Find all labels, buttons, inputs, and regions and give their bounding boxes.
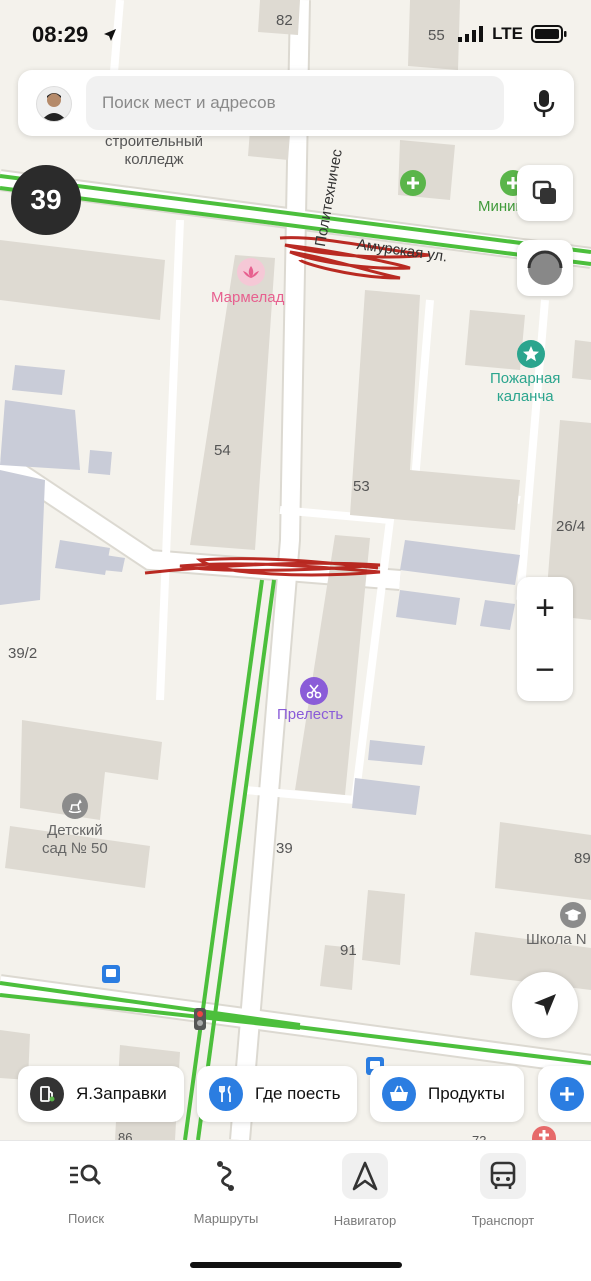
microphone-icon bbox=[533, 90, 555, 117]
microphone-button[interactable] bbox=[532, 88, 556, 123]
map-canvas[interactable] bbox=[0, 0, 591, 1140]
navigator-icon bbox=[342, 1153, 388, 1199]
graduation-cap-icon bbox=[565, 909, 581, 921]
chip-groceries[interactable]: Продукты bbox=[370, 1066, 524, 1122]
navigation-arrow-icon bbox=[534, 994, 556, 1016]
search-input[interactable]: Поиск мест и адресов bbox=[86, 76, 504, 130]
lotus-icon bbox=[243, 266, 259, 278]
tab-navigator[interactable]: Навигатор bbox=[310, 1153, 420, 1233]
star-icon bbox=[523, 346, 539, 362]
building-number: 26/4 bbox=[556, 518, 586, 535]
scissors-icon bbox=[306, 684, 322, 699]
poi-marker-prelest[interactable] bbox=[300, 677, 328, 705]
tab-routes[interactable]: Маршруты bbox=[171, 1153, 281, 1233]
status-bar: 08:29 LTE bbox=[0, 0, 591, 68]
chip-label: Я.Заправки bbox=[76, 1084, 167, 1103]
tab-label: Поиск bbox=[67, 1211, 105, 1226]
poi-marker-fire-tower[interactable] bbox=[517, 340, 545, 368]
poi-label-marmelad[interactable]: Мармелад bbox=[211, 289, 284, 307]
search-placeholder: Поиск мест и адресов bbox=[102, 93, 276, 112]
route-number-badge[interactable]: 39 bbox=[11, 165, 81, 235]
search-bar: Поиск мест и адресов bbox=[18, 70, 574, 136]
tab-search[interactable]: Поиск bbox=[31, 1153, 141, 1233]
poi-label-kindergarten[interactable]: Детский сад № 50 bbox=[42, 822, 108, 858]
search-list-icon bbox=[64, 1153, 108, 1197]
traffic-button[interactable] bbox=[517, 240, 573, 296]
chip-label: Продукты bbox=[428, 1084, 505, 1103]
poi-label-prelest[interactable]: Прелесть bbox=[277, 706, 343, 724]
routes-icon bbox=[204, 1153, 248, 1197]
avatar[interactable] bbox=[36, 86, 72, 122]
poi-label-college[interactable]: строительный колледж bbox=[105, 133, 203, 169]
chip-fuel[interactable]: Я.Заправки bbox=[18, 1066, 184, 1122]
fork-knife-icon bbox=[209, 1077, 243, 1111]
building-number: 39/2 bbox=[8, 645, 38, 662]
signal-icon bbox=[458, 26, 484, 42]
location-arrow-icon bbox=[104, 29, 116, 41]
traffic-light-icon bbox=[194, 1008, 206, 1030]
chip-more[interactable] bbox=[538, 1066, 591, 1122]
zoom-in-button[interactable]: + bbox=[517, 577, 573, 639]
zoom-out-button[interactable]: − bbox=[517, 639, 573, 701]
layers-icon bbox=[532, 180, 556, 204]
building-number: 53 bbox=[353, 478, 370, 495]
bus-stop-icon bbox=[102, 965, 120, 983]
rocking-horse-icon bbox=[68, 799, 82, 813]
battery-icon bbox=[531, 25, 567, 43]
network-type: LTE bbox=[492, 24, 523, 43]
home-indicator bbox=[190, 1262, 402, 1268]
status-time: 08:29 bbox=[32, 22, 89, 47]
building-number: 91 bbox=[340, 942, 357, 959]
tab-label: Навигатор bbox=[333, 1213, 397, 1228]
tab-label: Маршруты bbox=[193, 1211, 259, 1226]
basket-icon bbox=[382, 1077, 416, 1111]
tab-transport[interactable]: Транспорт bbox=[448, 1153, 558, 1233]
building-number: 39 bbox=[276, 840, 293, 857]
bus-icon bbox=[480, 1153, 526, 1199]
chip-label: Где поесть bbox=[255, 1084, 341, 1103]
poi-label-fire-tower[interactable]: Пожарная каланча bbox=[490, 370, 560, 406]
gauge-icon bbox=[527, 250, 563, 285]
building-number: 89 bbox=[574, 850, 591, 867]
bottom-tab-bar: Поиск Маршруты Навигатор Транспорт bbox=[0, 1140, 591, 1281]
tab-label: Транспорт bbox=[471, 1213, 535, 1228]
fuel-icon bbox=[30, 1077, 64, 1111]
poi-marker-plus[interactable] bbox=[400, 170, 426, 196]
building-number: 54 bbox=[214, 442, 231, 459]
poi-marker-school[interactable] bbox=[560, 902, 586, 928]
zoom-controls: + − bbox=[517, 577, 573, 701]
poi-label-school[interactable]: Школа N bbox=[526, 931, 587, 949]
layers-button[interactable] bbox=[517, 165, 573, 221]
poi-marker-marmelad[interactable] bbox=[237, 258, 265, 286]
poi-marker-kindergarten[interactable] bbox=[62, 793, 88, 819]
plus-icon bbox=[407, 177, 419, 189]
chip-food[interactable]: Где поесть bbox=[197, 1066, 357, 1122]
plus-icon bbox=[550, 1077, 584, 1111]
locate-me-button[interactable] bbox=[512, 972, 578, 1038]
